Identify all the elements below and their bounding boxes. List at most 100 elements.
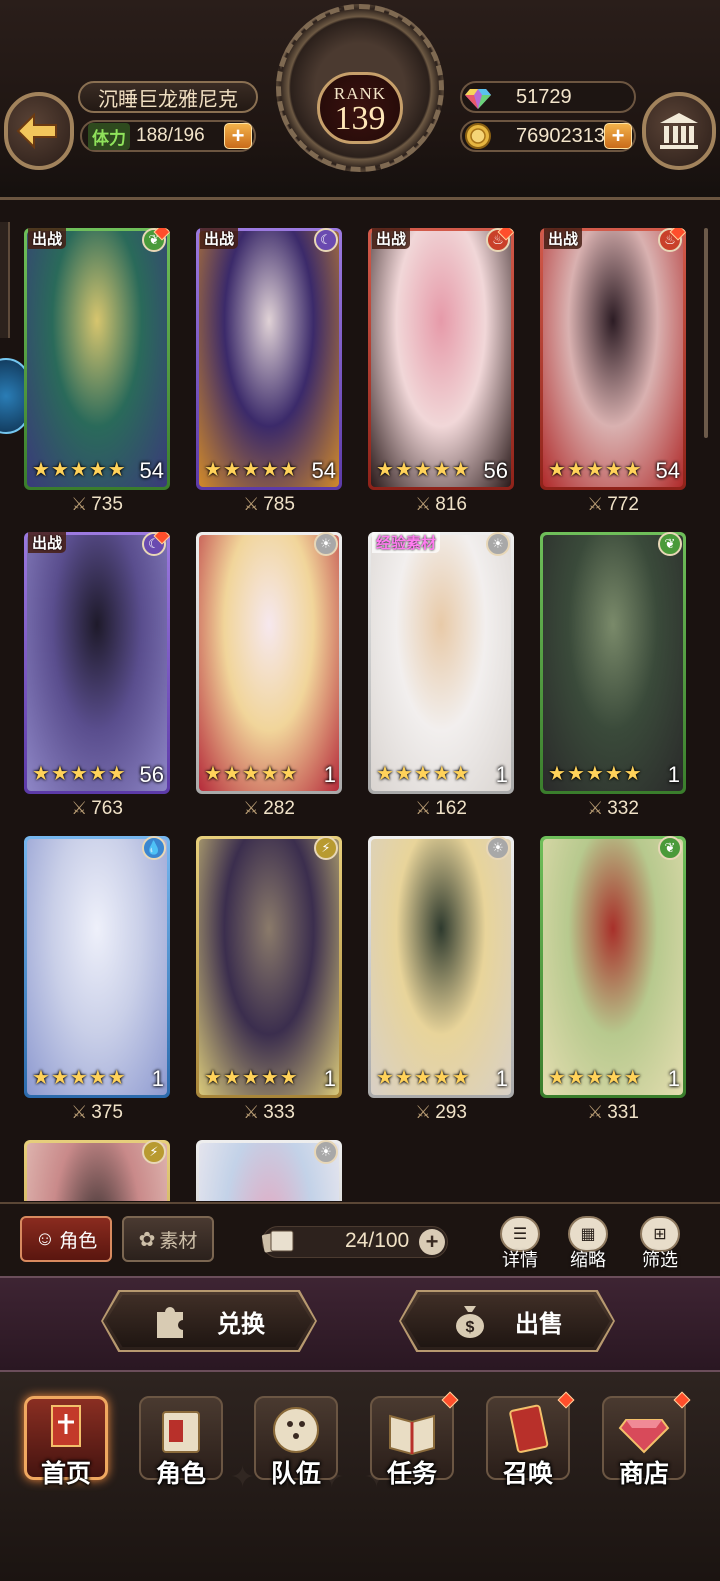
sell-label: 出售 [515,1310,563,1338]
star-icon: ★ [585,763,604,785]
crossed-swords-icon: ⚔ [243,798,260,818]
character-card[interactable]: ☀ ★ ★ ★ ★ ★ 1 [368,836,514,1098]
card-status-tag: 经验素材 [372,532,441,553]
light-element-icon: ☀ [486,532,510,556]
character-card[interactable]: 出战 ❦ ★ ★ ★ ★ ★ 54 [24,228,170,490]
star-rating: ★ ★ ★ ★ ★ [204,761,298,786]
star-icon: ★ [413,1067,432,1089]
nav-item-label: 队伍 [270,1460,321,1488]
character-card[interactable]: ❦ ★ ★ ★ ★ ★ 1 [540,532,686,794]
details-button[interactable]: ☰ 详情 [492,1216,548,1272]
crossed-swords-icon: ⚔ [71,494,88,514]
filter-label: 筛选 [642,1250,678,1270]
thunder-element-icon: ⚡ [314,836,338,860]
nav-item-label: 召唤 [502,1460,553,1488]
nav-item[interactable]: 队伍 [248,1390,344,1490]
nav-item[interactable]: 召唤 [480,1390,576,1490]
star-icon: ★ [241,763,260,785]
card-stack-icon [261,1230,294,1253]
nav-item[interactable]: 角色 [133,1390,229,1490]
character-level: 1 [323,762,336,787]
gold-value: 76902313 [516,124,605,147]
capacity-box: 24/100 + [261,1226,448,1258]
star-icon: ★ [279,1067,298,1089]
character-card[interactable]: ⚡ [24,1140,170,1201]
star-rating: ★ ★ ★ ★ ★ [548,457,642,482]
add-stamina-button[interactable]: + [224,123,252,149]
tab-characters[interactable]: ☺ 角色 [20,1216,112,1262]
action-band: 兑换 $ 出售 [0,1276,720,1372]
character-grid[interactable]: 出战 ❦ ★ ★ ★ ★ ★ 54 ⚔ 735 出战 ☾ ★ ★ ★ ★ ★ 54 ⚔ 785 出战 ♨ ★ ★ ★ ★ ★ 56 ⚔ 8… [10,205,710,1201]
shop-gem-icon [618,1419,670,1454]
filter-button[interactable]: ⊞ 筛选 [632,1216,688,1272]
star-icon: ★ [604,763,623,785]
gems-counter: 51729 [460,81,636,113]
star-icon: ★ [585,459,604,481]
star-rating: ★ ★ ★ ★ ★ [32,761,126,786]
gems-value: 51729 [516,85,572,108]
star-icon: ★ [32,459,50,481]
character-card[interactable]: 出战 ☾ ★ ★ ★ ★ ★ 56 [24,532,170,794]
combat-power-value: 332 [607,798,639,819]
combat-power: ⚔ 333 [196,1102,342,1124]
star-icon: ★ [413,459,432,481]
exchange-button[interactable]: 兑换 [103,1292,315,1350]
bank-button[interactable] [642,92,716,170]
star-icon: ★ [451,1067,470,1089]
character-card[interactable]: 经验素材 ☀ ★ ★ ★ ★ ★ 1 [368,532,514,794]
water-element-icon: 💧 [142,836,166,860]
home-banner-icon [51,1405,81,1447]
star-icon: ★ [604,459,623,481]
gem-icon [465,89,491,109]
character-portrait [199,535,339,791]
character-portrait [199,231,339,487]
expand-capacity-button[interactable]: + [419,1229,445,1255]
card-status-tag: 出战 [28,532,67,553]
star-icon: ★ [69,763,88,785]
character-card[interactable]: ⚡ ★ ★ ★ ★ ★ 1 [196,836,342,1098]
thumbnail-button[interactable]: ▦ 缩略 [560,1216,616,1272]
star-icon: ★ [566,763,585,785]
character-portrait [27,535,167,791]
character-card[interactable]: ☀ ★ ★ ★ ★ ★ 1 [196,532,342,794]
character-card[interactable]: 出战 ♨ ★ ★ ★ ★ ★ 56 [368,228,514,490]
combat-power-value: 375 [91,1102,123,1123]
star-icon: ★ [394,763,413,785]
light-element-icon: ☀ [314,532,338,556]
sell-button[interactable]: $ 出售 [401,1292,613,1350]
thumbnail-label: 缩略 [570,1250,606,1270]
combat-power-value: 331 [607,1102,639,1123]
character-card[interactable]: 出战 ♨ ★ ★ ★ ★ ★ 54 [540,228,686,490]
grid-scrollbar[interactable] [704,228,708,438]
light-element-icon: ☀ [314,1140,338,1164]
character-level: 1 [495,1066,508,1091]
combat-power-value: 162 [435,798,467,819]
star-rating: ★ ★ ★ ★ ★ [32,1065,126,1090]
tab-materials[interactable]: ✿ 素材 [122,1216,214,1262]
combat-power-value: 293 [435,1102,467,1123]
character-portrait [543,839,683,1095]
character-level: 54 [655,458,680,483]
character-portrait [371,839,511,1095]
combat-power: ⚔ 162 [368,798,514,820]
nav-item[interactable]: 首页 [18,1390,114,1490]
nav-item[interactable]: 任务 [364,1390,460,1490]
character-card[interactable]: 出战 ☾ ★ ★ ★ ★ ★ 54 [196,228,342,490]
team-shield-icon [273,1407,319,1453]
add-gold-button[interactable]: + [604,123,632,149]
combat-power: ⚔ 282 [196,798,342,820]
star-icon: ★ [107,459,126,481]
character-card[interactable]: 💧 ★ ★ ★ ★ ★ 1 [24,836,170,1098]
combat-power: ⚔ 772 [540,494,686,516]
nav-item[interactable]: 商店 [596,1390,692,1490]
star-rating: ★ ★ ★ ★ ★ [204,457,298,482]
character-card[interactable]: ❦ ★ ★ ★ ★ ★ 1 [540,836,686,1098]
star-icon: ★ [32,763,50,785]
crossed-swords-icon: ⚔ [415,1102,432,1122]
character-card[interactable]: ☀ [196,1140,342,1201]
side-tab[interactable] [0,222,10,338]
star-icon: ★ [279,763,298,785]
back-button[interactable] [4,92,74,170]
character-head-icon: ☺ [34,1227,56,1250]
combat-power-value: 333 [263,1102,295,1123]
